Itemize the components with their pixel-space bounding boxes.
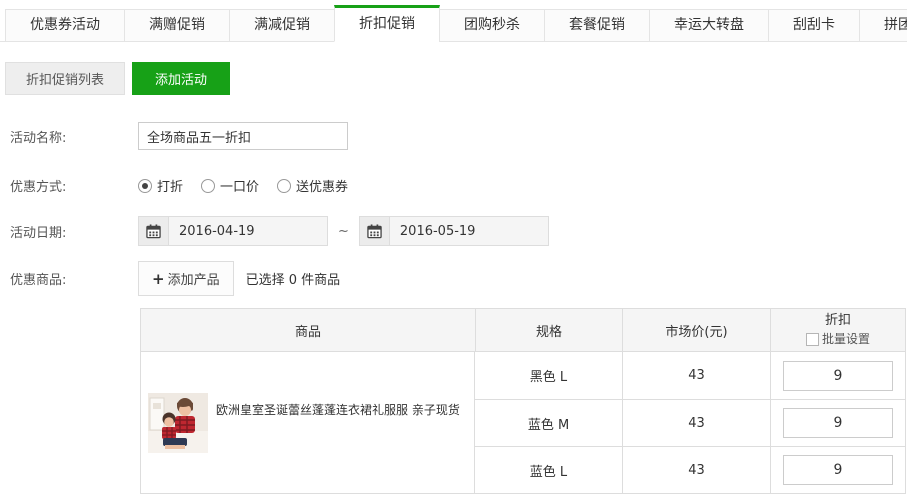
activity-date-row: 活动日期: 2016-04-19 ~ — [10, 216, 907, 246]
calendar-icon[interactable] — [360, 217, 390, 245]
batch-set-label: 批量设置 — [822, 330, 870, 349]
table-row: 蓝色 M 43 — [475, 399, 905, 446]
spec-cell: 蓝色 M — [475, 400, 622, 446]
activity-name-input[interactable] — [138, 122, 348, 150]
promo-products-row: 优惠商品: + 添加产品 已选择 0 件商品 — [10, 261, 907, 296]
tab-lucky-wheel[interactable]: 幸运大转盘 — [649, 9, 769, 42]
end-date-picker[interactable]: 2016-05-19 — [359, 216, 549, 246]
radio-option-yikoujia[interactable]: 一口价 — [201, 176, 259, 195]
header-discount: 折扣 批量设置 — [770, 309, 905, 351]
table-row: 蓝色 L 43 — [475, 446, 905, 493]
discount-cell — [770, 400, 905, 446]
product-title: 欧洲皇室圣诞蕾丝蓬蓬连衣裙礼服服 亲子现货 — [216, 402, 464, 419]
discount-input[interactable] — [783, 455, 893, 485]
start-date-picker[interactable]: 2016-04-19 — [138, 216, 328, 246]
discount-products-table: 商品 规格 市场价(元) 折扣 批量设置 — [140, 308, 906, 494]
discount-method-row: 优惠方式: 打折 一口价 送优惠券 — [10, 176, 907, 195]
discount-cell — [770, 352, 905, 399]
discount-cell — [770, 447, 905, 493]
selected-count-text: 已选择 0 件商品 — [246, 269, 341, 288]
radio-label: 打折 — [157, 176, 183, 195]
tab-full-gift-promo[interactable]: 满赠促销 — [124, 9, 230, 42]
product-image — [148, 393, 208, 453]
spec-rows: 黑色 L 43 蓝色 M 43 蓝色 L 43 — [475, 352, 905, 493]
discount-method-label: 优惠方式: — [10, 176, 138, 195]
price-cell: 43 — [622, 352, 770, 399]
header-spec: 规格 — [475, 309, 622, 351]
activity-form: 活动名称: 优惠方式: 打折 一口价 送优惠券 活动日期: — [10, 122, 907, 296]
activity-name-row: 活动名称: — [10, 122, 907, 150]
promo-products-label: 优惠商品: — [10, 269, 138, 288]
calendar-icon[interactable] — [139, 217, 169, 245]
header-market-price: 市场价(元) — [622, 309, 770, 351]
discount-method-options: 打折 一口价 送优惠券 — [138, 176, 366, 195]
batch-set-toggle[interactable]: 批量设置 — [806, 330, 870, 349]
tab-full-reduction-promo[interactable]: 满减促销 — [229, 9, 335, 42]
radio-unselected-icon[interactable] — [277, 179, 291, 193]
spec-cell: 黑色 L — [475, 352, 622, 399]
tab-package-promo[interactable]: 套餐促销 — [544, 9, 650, 42]
price-cell: 43 — [622, 400, 770, 446]
promo-tabbar: 优惠券活动 满赠促销 满减促销 折扣促销 团购秒杀 套餐促销 幸运大转盘 刮刮卡… — [0, 0, 907, 42]
radio-option-dazhe[interactable]: 打折 — [138, 176, 183, 195]
batch-set-checkbox[interactable] — [806, 333, 819, 346]
radio-option-songyouhuiquan[interactable]: 送优惠券 — [277, 176, 348, 195]
radio-label: 送优惠券 — [296, 176, 348, 195]
discount-list-button[interactable]: 折扣促销列表 — [5, 62, 125, 95]
tab-coupon-activity[interactable]: 优惠券活动 — [5, 9, 125, 42]
tab-groupon-seckill[interactable]: 团购秒杀 — [439, 9, 545, 42]
date-range-separator: ~ — [338, 224, 349, 239]
tab-pintuan-seckill[interactable]: 拼团秒杀 — [859, 9, 907, 42]
spec-cell: 蓝色 L — [475, 447, 622, 493]
radio-unselected-icon[interactable] — [201, 179, 215, 193]
end-date-value: 2016-05-19 — [390, 224, 476, 239]
add-activity-button[interactable]: 添加活动 — [132, 62, 230, 95]
table-row: 黑色 L 43 — [475, 352, 905, 399]
product-cell: 欧洲皇室圣诞蕾丝蓬蓬连衣裙礼服服 亲子现货 — [141, 352, 475, 493]
activity-name-label: 活动名称: — [10, 127, 138, 146]
add-product-button-label: 添加产品 — [168, 269, 220, 288]
start-date-value: 2016-04-19 — [169, 224, 255, 239]
tab-discount-promo[interactable]: 折扣促销 — [334, 5, 440, 42]
price-cell: 43 — [622, 447, 770, 493]
subnav: 折扣促销列表 添加活动 — [5, 62, 907, 95]
table-header-row: 商品 规格 市场价(元) 折扣 批量设置 — [140, 308, 906, 352]
radio-selected-icon[interactable] — [138, 179, 152, 193]
activity-date-label: 活动日期: — [10, 222, 138, 241]
header-discount-title: 折扣 — [825, 311, 851, 330]
discount-input[interactable] — [783, 408, 893, 438]
plus-icon: + — [152, 270, 165, 288]
header-product: 商品 — [141, 309, 475, 351]
table-body: 欧洲皇室圣诞蕾丝蓬蓬连衣裙礼服服 亲子现货 黑色 L 43 蓝色 M 43 蓝色… — [140, 352, 906, 494]
tab-scratch-card[interactable]: 刮刮卡 — [768, 9, 860, 42]
discount-input[interactable] — [783, 361, 893, 391]
radio-label: 一口价 — [220, 176, 259, 195]
add-product-button[interactable]: + 添加产品 — [138, 261, 234, 296]
